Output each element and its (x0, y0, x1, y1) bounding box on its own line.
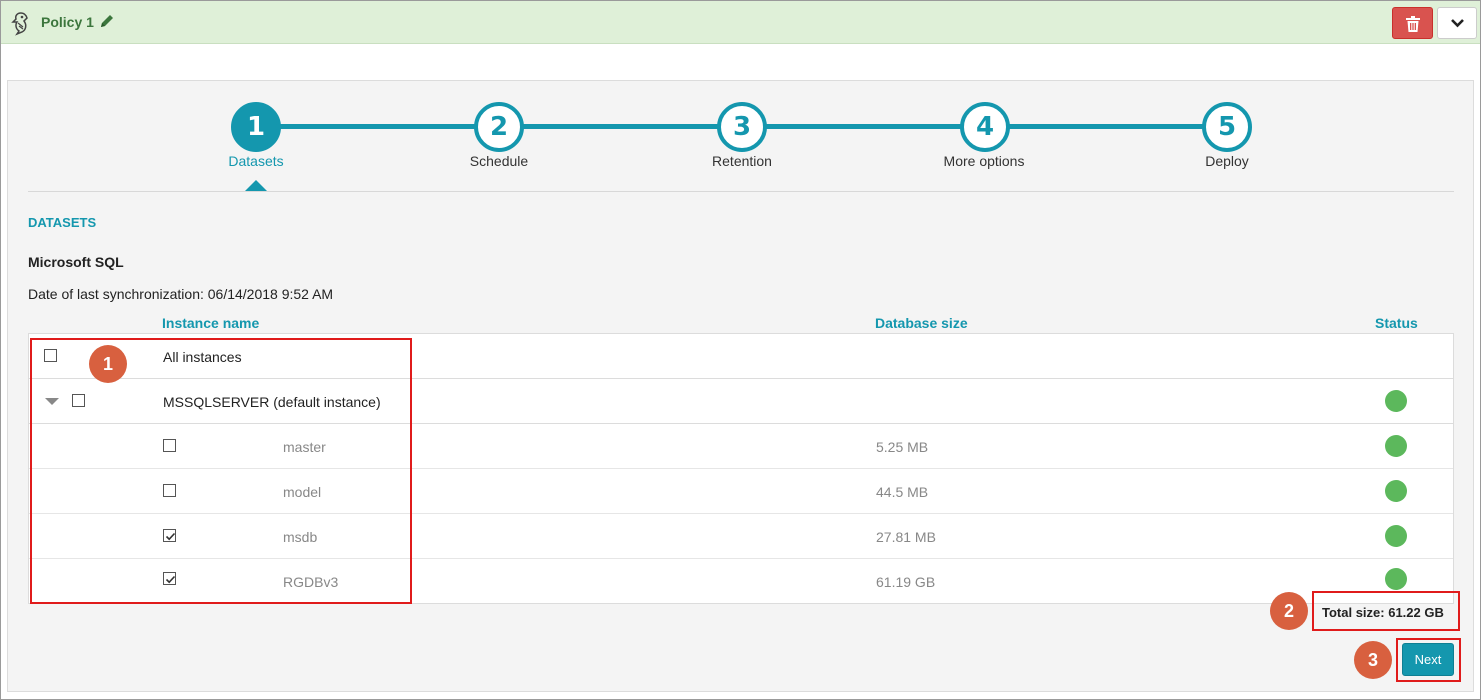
policy-title: Policy 1 (41, 14, 94, 30)
next-button[interactable]: Next (1402, 643, 1454, 676)
step-connector (765, 124, 961, 129)
step-label-datasets[interactable]: Datasets (176, 153, 336, 169)
status-online-icon (1385, 435, 1407, 457)
stepper-divider (28, 191, 1454, 192)
col-status[interactable]: Status (1375, 315, 1418, 331)
status-online-icon (1385, 525, 1407, 547)
step-connector (1008, 124, 1204, 129)
trash-icon (1406, 16, 1420, 32)
step-2-schedule[interactable]: 2 (474, 102, 524, 152)
pelican-logo-icon (7, 10, 33, 36)
active-step-caret (245, 180, 267, 191)
step-label-deploy[interactable]: Deploy (1147, 153, 1307, 169)
db-size: 61.19 GB (876, 574, 936, 590)
last-sync-label: Date of last synchronization: 06/14/2018… (28, 286, 334, 302)
delete-policy-button[interactable] (1392, 7, 1433, 39)
database-type-title: Microsoft SQL (28, 254, 124, 270)
chevron-down-icon (1451, 19, 1464, 28)
step-label-schedule[interactable]: Schedule (419, 153, 579, 169)
total-size-label: Total size: 61.22 GB (1322, 605, 1444, 620)
pencil-icon[interactable] (99, 13, 115, 29)
step-label-more-options[interactable]: More options (904, 153, 1064, 169)
step-3-retention[interactable]: 3 (717, 102, 767, 152)
status-online-icon (1385, 390, 1407, 412)
col-database-size[interactable]: Database size (875, 315, 968, 331)
step-1-datasets[interactable]: 1 (231, 102, 281, 152)
annotation-marker-3: 3 (1354, 641, 1392, 679)
step-5-deploy[interactable]: 5 (1202, 102, 1252, 152)
step-connector (279, 124, 475, 129)
policy-menu-button[interactable] (1437, 7, 1477, 39)
status-online-icon (1385, 568, 1407, 590)
annotation-marker-2: 2 (1270, 592, 1308, 630)
annotation-marker-1: 1 (89, 345, 127, 383)
section-title: DATASETS (28, 215, 97, 230)
status-online-icon (1385, 480, 1407, 502)
policy-header: Policy 1 (1, 1, 1480, 44)
db-size: 5.25 MB (876, 439, 929, 455)
step-4-more-options[interactable]: 4 (960, 102, 1010, 152)
annotation-box-instances (30, 338, 412, 604)
db-size: 44.5 MB (876, 484, 929, 500)
step-connector (522, 124, 718, 129)
step-label-retention[interactable]: Retention (662, 153, 822, 169)
db-size: 27.81 MB (876, 529, 936, 545)
col-instance-name[interactable]: Instance name (162, 315, 259, 331)
